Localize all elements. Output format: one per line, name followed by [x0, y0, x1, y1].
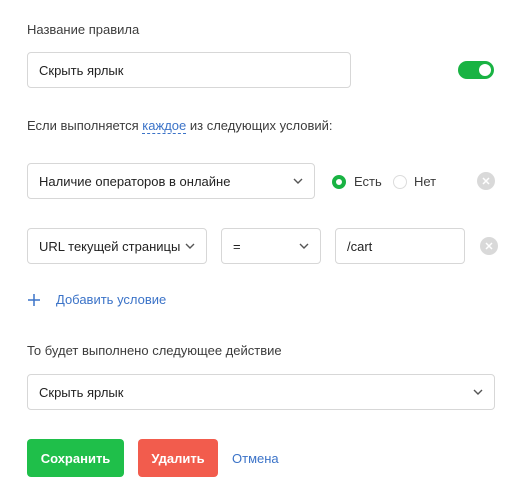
action-label: То будет выполнено следующее действие: [27, 343, 282, 358]
condition-2-operator-value: =: [233, 238, 241, 254]
rule-name-value: Скрыть ярлык: [39, 62, 124, 78]
rule-name-input[interactable]: Скрыть ярлык: [27, 52, 351, 88]
chevron-down-icon: [299, 241, 309, 251]
action-value: Скрыть ярлык: [39, 384, 124, 400]
condition-2-value: /cart: [347, 238, 373, 254]
chevron-down-icon: [293, 176, 303, 186]
save-button[interactable]: Сохранить: [27, 439, 124, 477]
plus-icon: [28, 293, 40, 306]
condition-mode-link[interactable]: каждое: [142, 118, 187, 134]
rule-name-label: Название правила: [27, 22, 140, 37]
condition-1-option-yes-label: Есть: [354, 174, 382, 189]
close-icon: [482, 177, 490, 185]
condition-1-radio-no[interactable]: [393, 175, 407, 189]
action-select[interactable]: Скрыть ярлык: [27, 374, 495, 410]
condition-1-field-select[interactable]: Наличие операторов в онлайне: [27, 163, 315, 199]
chevron-down-icon: [473, 387, 483, 397]
condition-1-remove-button[interactable]: [477, 172, 495, 190]
rule-enabled-toggle[interactable]: [458, 61, 494, 79]
condition-1-field-value: Наличие операторов в онлайне: [39, 173, 231, 189]
close-icon: [485, 242, 493, 250]
condition-intro: Если выполняется каждое из следующих усл…: [27, 118, 333, 134]
condition-2-operator-select[interactable]: =: [221, 228, 321, 264]
condition-2-remove-button[interactable]: [480, 237, 498, 255]
cancel-link[interactable]: Отмена: [232, 451, 279, 466]
delete-button[interactable]: Удалить: [138, 439, 218, 477]
condition-2-field-value: URL текущей страницы: [39, 238, 181, 254]
condition-2-value-input[interactable]: /cart: [335, 228, 465, 264]
condition-intro-prefix: Если выполняется: [27, 118, 139, 133]
condition-1-option-no-label: Нет: [414, 174, 437, 189]
add-condition-label: Добавить условие: [56, 292, 167, 307]
condition-intro-suffix: из следующих условий:: [189, 118, 333, 133]
condition-1-radio-yes[interactable]: [332, 175, 346, 189]
add-condition-button[interactable]: Добавить условие: [27, 292, 166, 307]
condition-2-field-select[interactable]: URL текущей страницы: [27, 228, 207, 264]
chevron-down-icon: [185, 241, 195, 251]
toggle-knob: [479, 64, 491, 76]
